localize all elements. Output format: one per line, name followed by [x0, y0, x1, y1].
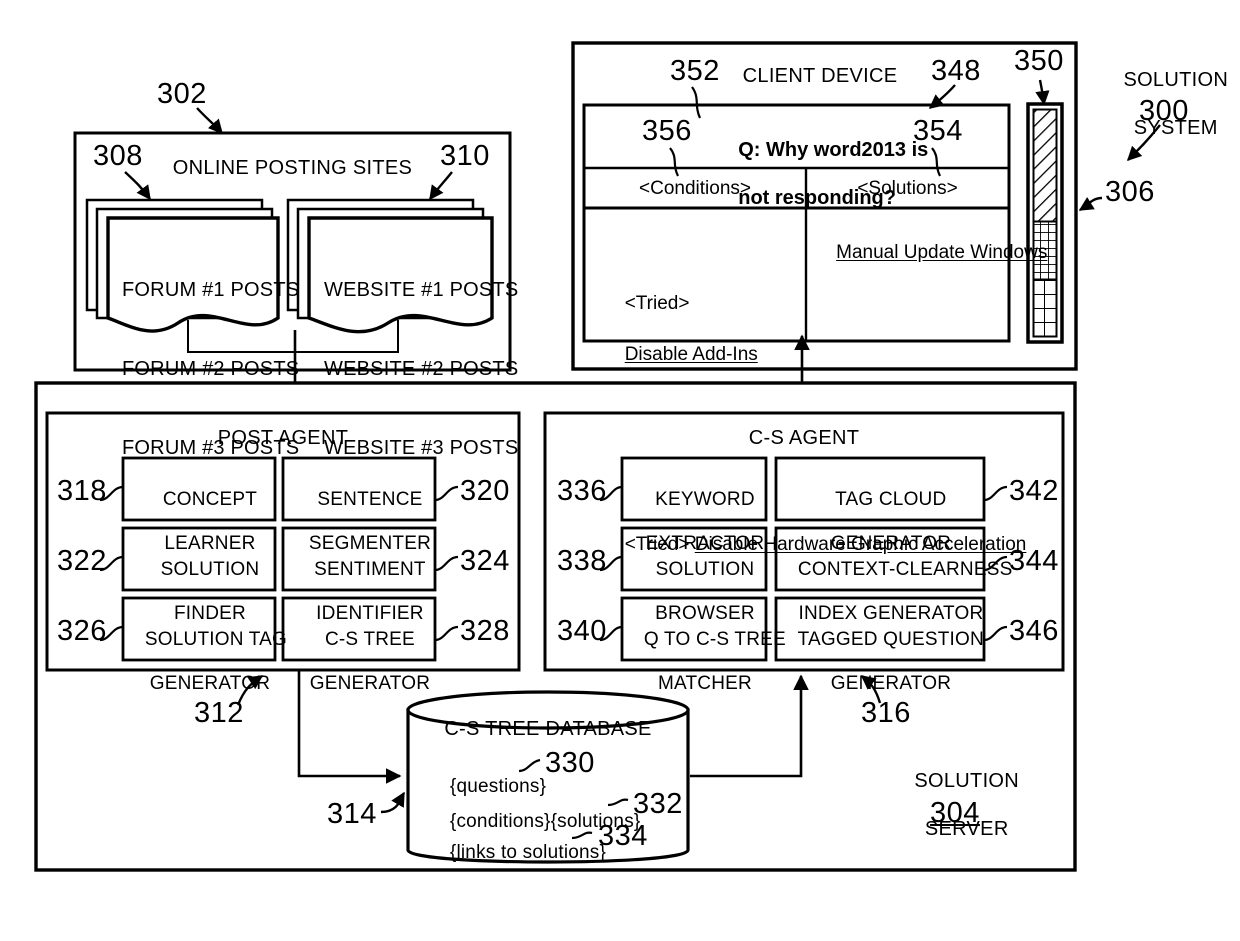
ref-310: 310	[440, 140, 490, 172]
module-label-line1: KEYWORD	[655, 488, 755, 510]
solutions-cell: Manual Update Windows	[815, 215, 1047, 291]
module-label-line1: SOLUTION	[160, 558, 260, 580]
ref-340: 340	[557, 615, 607, 647]
db-entry-text: {links to solutions}	[449, 842, 607, 864]
module-label-line1: CONTEXT-CLEARNESS	[797, 558, 1013, 580]
ref-330: 330	[545, 747, 595, 779]
module-cs-tree-generator[interactable]: C-S TREE GENERATOR	[283, 607, 435, 716]
ref-332: 332	[633, 788, 683, 820]
ref-308: 308	[93, 140, 143, 172]
ref-320: 320	[460, 475, 510, 507]
ref-306: 306	[1105, 176, 1155, 208]
ref-352: 352	[670, 55, 720, 87]
ref-342: 342	[1009, 475, 1059, 507]
ref-350: 350	[1014, 45, 1064, 77]
module-label-line1: SOLUTION TAG	[144, 628, 288, 650]
forum-post-line: FORUM #1 POSTS	[122, 278, 300, 301]
condition-entry-1[interactable]: <Tried> Disable Add-Ins	[593, 266, 801, 393]
ref-336: 336	[557, 475, 607, 507]
ref-326: 326	[57, 615, 107, 647]
ref-338: 338	[557, 545, 607, 577]
module-label-line1: TAG CLOUD	[835, 488, 947, 510]
ref-324: 324	[460, 545, 510, 577]
ref-322: 322	[57, 545, 107, 577]
ref-346: 346	[1009, 615, 1059, 647]
module-label-line1: Q TO C-S TREE	[643, 628, 786, 650]
ref-328: 328	[460, 615, 510, 647]
forum-post-line: FORUM #2 POSTS	[122, 357, 300, 380]
ref-348: 348	[931, 55, 981, 87]
question-line1: Q: Why word2013 is	[738, 139, 929, 161]
conditions-column-header: <Conditions>	[639, 178, 751, 199]
ref-344: 344	[1009, 545, 1059, 577]
module-label-line1: TAGGED QUESTION	[797, 628, 984, 650]
website-post-line: WEBSITE #2 POSTS	[324, 357, 519, 380]
module-label-line2: GENERATOR	[149, 672, 271, 694]
ref-314: 314	[327, 798, 377, 830]
solution-system-line1: SOLUTION	[1123, 69, 1229, 91]
ref-300: 300	[1139, 95, 1189, 127]
solution-server-line1: SOLUTION	[914, 770, 1020, 792]
module-label-line2: GENERATOR	[830, 672, 952, 694]
ref-334: 334	[598, 820, 648, 852]
cs-agent-title: C-S AGENT	[748, 427, 860, 449]
module-solution-tag-generator[interactable]: SOLUTION TAG GENERATOR	[123, 607, 287, 716]
solutions-column-header: <Solutions>	[857, 178, 958, 199]
ref-318: 318	[57, 475, 107, 507]
condition-1-prefix: <Tried>	[624, 293, 690, 315]
module-label-line1: CONCEPT	[162, 488, 258, 510]
patent-figure: SOLUTION SYSTEM 300 306 302 ONLINE POSTI…	[0, 0, 1240, 941]
module-label-line1: SENTENCE	[317, 488, 423, 510]
website-post-line: WEBSITE #1 POSTS	[324, 278, 519, 301]
module-tagged-question-generator[interactable]: TAGGED QUESTION GENERATOR	[776, 607, 984, 716]
condition-1-link[interactable]: Disable Add-Ins	[625, 344, 758, 365]
database-title: C-S TREE DATABASE	[444, 718, 652, 740]
module-label-line2: GENERATOR	[309, 672, 431, 694]
ref-302: 302	[157, 78, 207, 110]
db-entry-links: {links to solutions}	[428, 821, 606, 885]
solution-1-link[interactable]: Manual Update Windows	[836, 242, 1047, 263]
post-agent-title: POST AGENT	[217, 427, 349, 449]
ref-304: 304	[930, 797, 980, 829]
module-label-line1: C-S TREE	[324, 628, 415, 650]
module-q-to-cs-tree-matcher[interactable]: Q TO C-S TREE MATCHER	[622, 607, 786, 716]
module-label-line2: MATCHER	[657, 672, 752, 694]
ref-356: 356	[642, 115, 692, 147]
module-label-line1: SOLUTION	[655, 558, 755, 580]
module-label-line1: SENTIMENT	[314, 558, 426, 580]
